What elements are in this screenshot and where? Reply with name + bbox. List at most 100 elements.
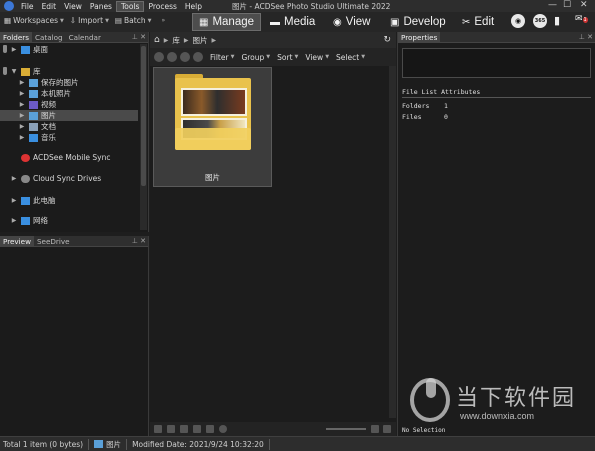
preview-panel: Preview SeeDrive ⊥ ✕ xyxy=(0,235,149,436)
forward-icon[interactable] xyxy=(167,52,177,62)
menu-view[interactable]: View xyxy=(60,2,86,11)
mode-view[interactable]: ◉ View xyxy=(333,13,370,31)
tab-folders[interactable]: Folders xyxy=(0,31,32,43)
tab-properties[interactable]: Properties xyxy=(398,31,441,43)
menu-tools[interactable]: Tools xyxy=(115,0,145,12)
menu-file[interactable]: File xyxy=(17,2,38,11)
film-icon: ▬ xyxy=(270,16,280,28)
documents-icon xyxy=(29,122,38,131)
dropdown-icon[interactable] xyxy=(206,425,214,433)
chevron-right-icon[interactable]: ▶ xyxy=(10,197,18,204)
chevron-down-icon: ▼ xyxy=(294,54,299,60)
breadcrumb-pictures[interactable]: 图片 xyxy=(192,35,207,46)
breadcrumb-library[interactable]: 库 xyxy=(172,35,180,46)
pin-icon[interactable]: ⊥ ✕ xyxy=(579,33,595,41)
copy-icon[interactable] xyxy=(193,425,201,433)
import-button[interactable]: ⇩ Import ▼ xyxy=(70,16,109,25)
tree-item-desktop[interactable]: ▶ 桌面 xyxy=(0,44,138,55)
tree-item-documents[interactable]: ▶ 文档 xyxy=(0,121,138,132)
chevron-right-icon: » xyxy=(161,17,166,24)
chevron-right-icon[interactable]: ▶ xyxy=(10,46,18,53)
compare-icon[interactable] xyxy=(154,425,162,433)
folders-scrollbar[interactable] xyxy=(140,44,147,230)
back-icon[interactable] xyxy=(154,52,164,62)
history-icon[interactable] xyxy=(193,52,203,62)
watermark: 当下软件园 www.downxia.com xyxy=(408,378,593,430)
rotate-right-icon[interactable] xyxy=(180,425,188,433)
network-icon xyxy=(21,216,30,225)
menu-panes[interactable]: Panes xyxy=(86,2,116,11)
folder-thumbnail[interactable]: 图片 xyxy=(153,67,272,187)
watermark-text: 当下软件园 xyxy=(456,386,577,411)
chevron-down-icon: ▼ xyxy=(60,17,64,24)
workspaces-button[interactable]: ▦ Workspaces ▼ xyxy=(4,16,64,25)
mode-media[interactable]: ▬ Media xyxy=(270,13,315,31)
properties-box xyxy=(402,48,591,78)
chevron-right-icon[interactable]: ▶ xyxy=(18,134,26,141)
chevron-right-icon[interactable]: ▶ xyxy=(18,101,26,108)
mode-develop[interactable]: ▣ Develop xyxy=(390,13,446,31)
computer-icon xyxy=(21,196,30,205)
up-icon[interactable] xyxy=(180,52,190,62)
chevron-right-icon[interactable]: ▶ xyxy=(10,175,18,182)
chevron-right-icon[interactable]: ▶ xyxy=(18,79,26,86)
tab-preview[interactable]: Preview xyxy=(0,235,34,247)
develop-icon: ▣ xyxy=(390,16,400,28)
rotate-left-icon[interactable] xyxy=(167,425,175,433)
chevron-right-icon[interactable]: ▶ xyxy=(18,90,26,97)
attr-files: Files 0 xyxy=(402,113,448,121)
maximize-button[interactable]: ☐ xyxy=(563,0,571,10)
mode-edit[interactable]: ✂ Edit xyxy=(462,13,494,31)
pin-icon[interactable]: ⊥ ✕ xyxy=(132,33,148,41)
menu-help[interactable]: Help xyxy=(181,2,206,11)
filter-bar: Filter ▼ Group ▼ Sort ▼ View ▼ Select ▼ xyxy=(150,48,396,66)
tree-item-videos[interactable]: ▶ 视频 xyxy=(0,99,138,110)
tree-item-mobile-sync[interactable]: ACDSee Mobile Sync xyxy=(0,152,138,163)
workspaces-icon: ▦ xyxy=(4,16,12,25)
365-icon[interactable]: 365 xyxy=(533,14,547,28)
batch-button[interactable]: ▤ Batch ▼ xyxy=(115,16,152,25)
tree-item-music[interactable]: ▶ 音乐 xyxy=(0,132,138,143)
tab-catalog[interactable]: Catalog xyxy=(32,32,66,43)
chevron-down-icon[interactable]: ▼ xyxy=(10,68,18,75)
tree-item-camera-roll[interactable]: ▶ 本机照片 xyxy=(0,88,138,99)
library-icon xyxy=(21,67,30,76)
notification-icon[interactable]: ✉1 xyxy=(575,14,588,24)
tab-seedrive[interactable]: SeeDrive xyxy=(34,236,73,247)
scrollbar-thumb[interactable] xyxy=(141,46,146,186)
group-dropdown[interactable]: Group ▼ xyxy=(241,53,270,62)
filter-dropdown[interactable]: Filter ▼ xyxy=(210,53,234,62)
eye-icon[interactable]: ◉ xyxy=(511,14,525,28)
chevron-right-icon[interactable]: ▶ xyxy=(18,123,26,130)
mode-manage[interactable]: ▦ Manage xyxy=(192,13,262,31)
refresh-icon[interactable]: ↻ xyxy=(383,35,391,45)
camera-roll-icon xyxy=(29,89,38,98)
tab-calendar[interactable]: Calendar xyxy=(66,32,104,43)
select-dropdown[interactable]: Select ▼ xyxy=(336,53,365,62)
close-button[interactable]: ✕ xyxy=(580,0,588,10)
app-logo-icon[interactable] xyxy=(4,1,14,11)
chevron-right-icon[interactable]: ▶ xyxy=(10,217,18,224)
chart-icon[interactable]: ▮ xyxy=(554,14,560,27)
tree-item-network[interactable]: ▶ 网络 xyxy=(0,215,138,226)
edit-icon[interactable] xyxy=(219,425,227,433)
sort-dropdown[interactable]: Sort ▼ xyxy=(277,53,298,62)
chevron-right-icon[interactable]: ▶ xyxy=(18,112,26,119)
menu-process[interactable]: Process xyxy=(144,2,180,11)
tree-item-this-pc[interactable]: ▶ 此电脑 xyxy=(0,195,138,206)
grid-icon[interactable] xyxy=(383,425,391,433)
home-icon[interactable]: ⌂ xyxy=(154,35,160,45)
image-icon[interactable] xyxy=(371,425,379,433)
tree-item-pictures[interactable]: ▶ 图片 xyxy=(0,110,138,121)
tree-item-cloud-sync[interactable]: ▶ Cloud Sync Drives xyxy=(0,173,138,184)
minimize-button[interactable]: — xyxy=(548,0,557,10)
thumbnail-size-slider[interactable] xyxy=(326,428,366,430)
menu-edit[interactable]: Edit xyxy=(38,2,61,11)
tree-item-saved-pictures[interactable]: ▶ 保存的图片 xyxy=(0,77,138,88)
view-dropdown[interactable]: View ▼ xyxy=(305,53,329,62)
menu-bar: File Edit View Panes Tools Process Help xyxy=(17,0,206,12)
pin-icon[interactable]: ⊥ ✕ xyxy=(132,237,148,245)
chevron-right-icon: ▶ xyxy=(163,36,169,44)
file-list-scrollbar[interactable] xyxy=(389,66,396,418)
tree-item-library[interactable]: ▼ 库 xyxy=(0,66,138,77)
